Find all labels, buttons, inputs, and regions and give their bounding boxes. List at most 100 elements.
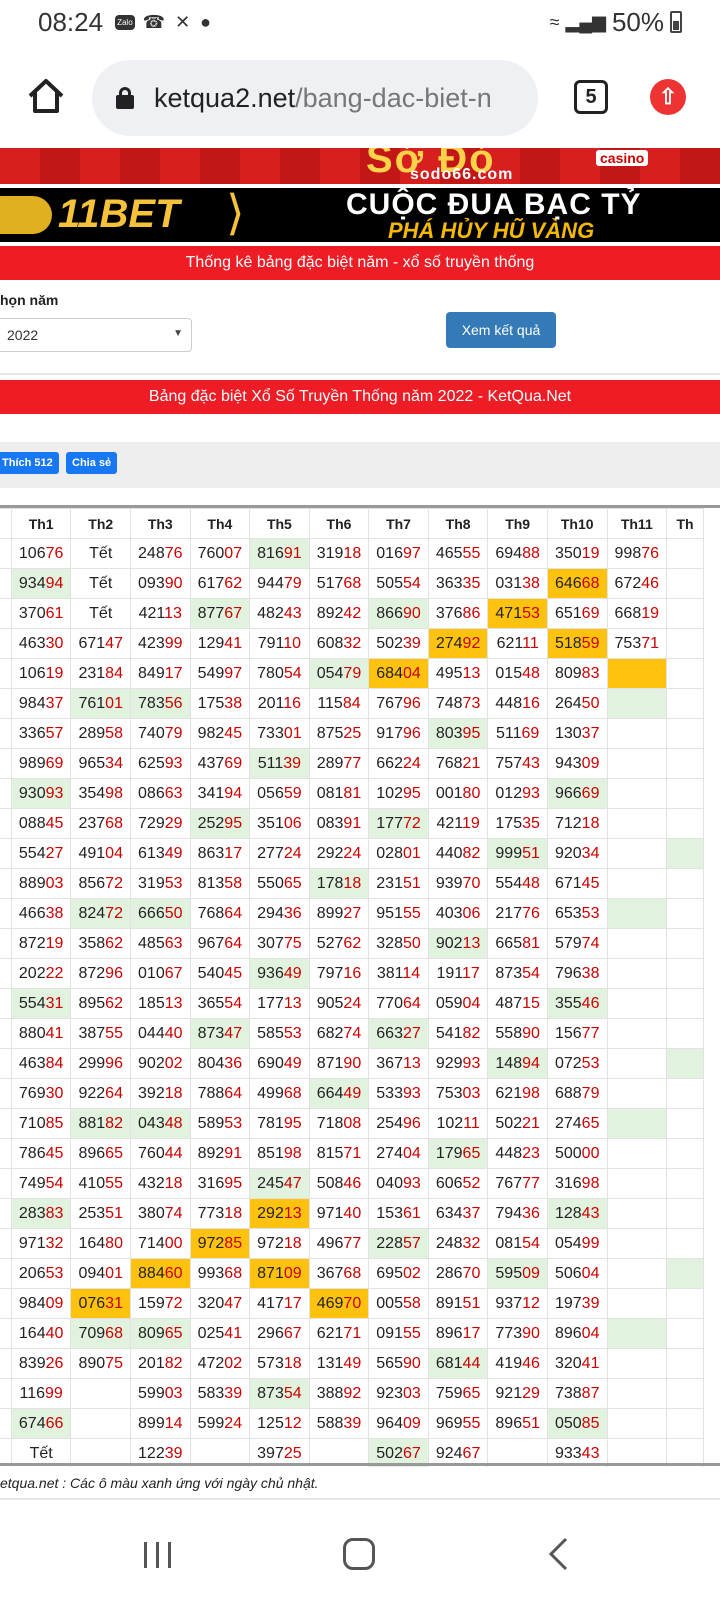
result-cell: 32047	[189, 1288, 251, 1319]
result-last-two-digits: 68	[343, 1264, 362, 1282]
ad-badge: casino	[596, 150, 649, 166]
result-cell: 80965	[130, 1318, 191, 1349]
view-results-button[interactable]: Xem kết quả	[446, 312, 556, 348]
result-cell: 87767	[189, 598, 251, 629]
result-last-two-digits: 74	[343, 1024, 362, 1042]
result-cell: 97218	[249, 1228, 310, 1259]
result-last-two-digits: 48	[164, 1114, 183, 1132]
day-cell	[0, 1198, 12, 1229]
result-last-two-digits: 62	[343, 934, 362, 952]
result-cell: 20182	[130, 1348, 191, 1379]
result-last-two-digits: 51	[402, 874, 421, 892]
result-cell: 08663	[130, 778, 191, 809]
result-cell: 96764	[189, 928, 251, 959]
result-last-two-digits: 09	[522, 1264, 540, 1282]
home-nav-icon[interactable]	[343, 1538, 375, 1570]
result-last-two-digits: 72	[105, 904, 123, 922]
table-row: 37061 Tết 42113 87767 48243 89242 86690 37686 47…	[0, 598, 704, 629]
result-last-two-digits: 41	[224, 1324, 243, 1342]
result-last-two-digits: 36	[522, 1204, 540, 1222]
result-cell: 17538	[189, 688, 251, 719]
result-cell: 59924	[189, 1408, 251, 1439]
result-last-two-digits: 07	[224, 544, 243, 562]
result-last-two-digits: 99	[164, 634, 183, 652]
result-last-two-digits: 52	[462, 1174, 481, 1192]
result-cell: 78864	[189, 1078, 251, 1109]
table-row: 98437 76101 78356 17538 20116 11584 76796 74873…	[0, 688, 704, 719]
result-cell	[606, 718, 668, 749]
result-prefix: 753	[614, 634, 642, 652]
result-cell: 31918	[308, 538, 370, 569]
result-cell: 76796	[368, 688, 429, 719]
result-cell	[666, 868, 704, 899]
result-cell	[666, 928, 704, 959]
day-cell	[0, 1378, 12, 1409]
result-last-two-digits: 47	[283, 1174, 302, 1192]
back-icon[interactable]	[546, 1536, 570, 1572]
result-prefix: 253	[78, 1204, 106, 1222]
recent-apps-icon[interactable]	[144, 1542, 174, 1568]
result-prefix: 421	[436, 814, 462, 832]
result-prefix: 621	[316, 1324, 344, 1342]
result-prefix: 178	[316, 874, 344, 892]
result-cell	[666, 1078, 704, 1109]
ad-banner-sodo[interactable]: Sở Đỏ casino sodo66.com	[0, 148, 720, 184]
caret-down-icon: ▼	[173, 328, 183, 339]
result-last-two-digits: 18	[224, 1204, 243, 1222]
tab-switcher-button[interactable]: 5	[574, 80, 608, 114]
result-cell: 71085	[10, 1108, 72, 1139]
result-last-two-digits: 64	[105, 1084, 123, 1102]
year-select[interactable]: 2022 ▼	[0, 318, 192, 352]
result-prefix: 896	[554, 1324, 582, 1342]
result-cell: 90202	[130, 1048, 191, 1079]
result-cell	[606, 958, 668, 989]
result-cell: 49968	[249, 1078, 310, 1109]
result-cell: 92993	[427, 1048, 489, 1079]
table-row: 10619 23184 84917 54997 78054 05479 68404 49513…	[0, 658, 704, 689]
result-last-two-digits: 47	[224, 1294, 243, 1312]
result-cell	[666, 778, 704, 809]
result-prefix: 849	[138, 664, 165, 682]
address-bar[interactable]: ketqua2.net/bang-dac-biet-n	[92, 60, 538, 136]
result-prefix: 773	[197, 1204, 225, 1222]
result-cell: 89242	[308, 598, 370, 629]
result-prefix: 599	[197, 1414, 225, 1432]
result-last-two-digits: 96	[105, 964, 123, 982]
result-prefix: 106	[18, 544, 46, 562]
result-prefix: 086	[138, 784, 165, 802]
result-cell: 89604	[546, 1318, 608, 1349]
table-row: 16440 70968 80965 02541 29667 62171 09155 89617…	[0, 1318, 704, 1349]
result-cell: 09390	[130, 568, 191, 599]
result-cell	[666, 1288, 704, 1319]
result-prefix: 554	[18, 994, 46, 1012]
table-row: 93494 Tết 09390 61762 94479 51768 50554 36335 03…	[0, 568, 704, 599]
like-button[interactable]: Thích 512	[0, 452, 59, 474]
result-last-two-digits: 54	[283, 664, 302, 682]
result-cell: 72929	[130, 808, 191, 839]
result-cell: 36554	[189, 988, 251, 1019]
result-last-two-digits: 49	[343, 1084, 362, 1102]
result-cell: 41946	[487, 1348, 548, 1379]
result-cell: 74873	[427, 688, 489, 719]
result-last-two-digits: 26	[45, 1354, 64, 1372]
result-cell: 60652	[427, 1168, 489, 1199]
results-table-container[interactable]: yTh1Th2Th3Th4Th5Th6Th7Th8Th9Th10Th11Th 1…	[0, 505, 720, 1467]
result-cell: 29224	[308, 838, 370, 869]
update-arrow-icon[interactable]: ⇧	[650, 79, 686, 115]
result-last-two-digits: 46	[641, 574, 660, 592]
table-row: 55427 49104 61349 86317 27724 29224 02801 44082…	[0, 838, 704, 869]
result-prefix: 365	[197, 994, 225, 1012]
result-last-two-digits: 71	[343, 1324, 362, 1342]
result-cell: 89651	[487, 1408, 548, 1439]
table-row: 20653 09401 88460 99368 87109 36768 69502 28670…	[0, 1258, 704, 1289]
home-icon[interactable]	[26, 76, 66, 116]
result-cell: 52762	[308, 928, 370, 959]
result-last-two-digits: 58	[105, 724, 123, 742]
result-prefix: 606	[435, 1174, 463, 1192]
share-button[interactable]: Chia sẻ	[66, 452, 118, 474]
result-prefix: 851	[257, 1144, 284, 1162]
result-cell: 47202	[189, 1348, 251, 1379]
result-prefix: 565	[376, 1354, 403, 1372]
result-cell: 39218	[130, 1078, 191, 1109]
ad-banner-11bet[interactable]: 11BET ⟩ CUỘC ĐUA BẠC TỶ PHÁ HỦY HŨ VÀNG	[0, 188, 720, 242]
